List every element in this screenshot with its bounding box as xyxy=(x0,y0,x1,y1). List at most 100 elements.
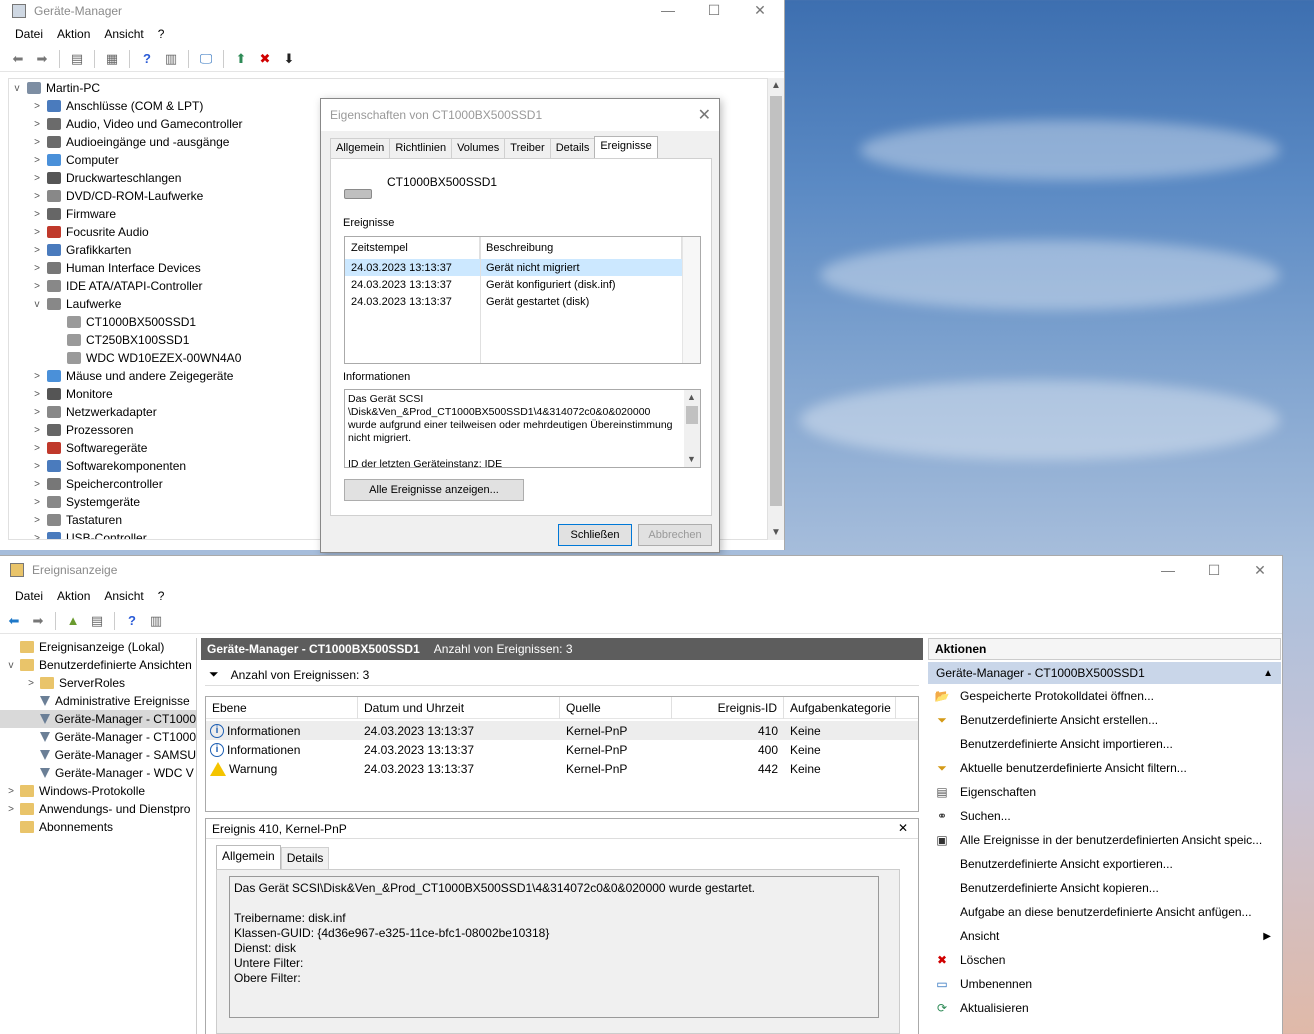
event-tree-item[interactable]: Ereignisanzeige (Lokal) xyxy=(0,638,196,656)
device-tree-scrollbar[interactable]: ▲ ▼ xyxy=(768,78,784,540)
event-tree-item[interactable]: Administrative Ereignisse xyxy=(0,692,196,710)
event-row[interactable]: 24.03.2023 13:13:37 Gerät gestartet (disk… xyxy=(345,293,682,310)
event-tree-item[interactable]: v Benutzerdefinierte Ansichten xyxy=(0,656,196,674)
col-description[interactable]: Beschreibung xyxy=(480,237,682,259)
chevron-right-icon[interactable]: > xyxy=(29,191,45,202)
close-button[interactable]: Schließen xyxy=(558,524,632,546)
view-icon[interactable]: ▥ xyxy=(161,50,181,68)
event-tree-item[interactable]: > Windows-Protokolle xyxy=(0,782,196,800)
col-aufgabenkategorie[interactable]: Aufgabenkategorie xyxy=(784,696,896,719)
chevron-right-icon[interactable]: > xyxy=(29,245,45,256)
menu-ansicht[interactable]: Ansicht xyxy=(97,27,150,41)
action-item[interactable]: ⏷ Benutzerdefinierte Ansicht erstellen... xyxy=(928,708,1281,732)
event-row[interactable]: 24.03.2023 13:13:37 Gerät nicht migriert xyxy=(345,259,682,276)
chevron-right-icon[interactable]: > xyxy=(29,515,45,526)
tree-view-icon[interactable]: ▤ xyxy=(67,50,87,68)
event-row[interactable]: 24.03.2023 13:13:37 Gerät konfiguriert (d… xyxy=(345,276,682,293)
table-row[interactable]: Warnung 24.03.2023 13:13:37 Kernel-PnP 442 K… xyxy=(206,759,918,778)
forward-arrow-icon[interactable]: ➡ xyxy=(28,612,48,630)
action-item[interactable]: ⟳ Aktualisieren xyxy=(928,996,1281,1020)
close-icon[interactable]: ✕ xyxy=(1237,556,1283,584)
menu-datei[interactable]: Datei xyxy=(8,589,50,603)
forward-arrow-icon[interactable]: ➡ xyxy=(32,50,52,68)
event-tree-item[interactable]: Geräte-Manager - WDC V xyxy=(0,764,196,782)
back-arrow-icon[interactable]: ⬅ xyxy=(8,50,28,68)
minimize-icon[interactable]: — xyxy=(1145,556,1191,584)
chevron-right-icon[interactable]: > xyxy=(29,461,45,472)
help-icon[interactable]: ? xyxy=(137,50,157,68)
add-driver-icon[interactable]: ⬆ xyxy=(231,50,251,68)
detail-tab-allgemein[interactable]: Allgemein xyxy=(216,845,281,869)
action-item[interactable]: ⚭ Suchen... xyxy=(928,804,1281,828)
chevron-right-icon[interactable]: > xyxy=(24,678,38,689)
chevron-right-icon[interactable]: > xyxy=(29,209,45,220)
action-item[interactable]: Aufgabe an diese benutzerdefinierte Ansi… xyxy=(928,900,1281,924)
tree-view-icon[interactable]: ▤ xyxy=(87,612,107,630)
tab-richtlinien[interactable]: Richtlinien xyxy=(389,138,453,160)
event-tree-item[interactable]: > ServerRoles xyxy=(0,674,196,692)
chevron-right-icon[interactable]: > xyxy=(29,497,45,508)
detail-tab-details[interactable]: Details xyxy=(280,847,330,871)
scroll-thumb[interactable] xyxy=(770,96,782,506)
actions-subheader[interactable]: Geräte-Manager - CT1000BX500SSD1 ▲ xyxy=(928,662,1281,684)
menu-datei[interactable]: Datei xyxy=(8,27,50,41)
download-icon[interactable]: ⬇ xyxy=(279,50,299,68)
chevron-right-icon[interactable]: > xyxy=(29,389,45,400)
show-all-events-button[interactable]: Alle Ereignisse anzeigen... xyxy=(344,479,524,501)
properties-icon[interactable]: ▦ xyxy=(102,50,122,68)
tab-ereignisse[interactable]: Ereignisse xyxy=(594,136,658,158)
col-ereignis-id[interactable]: Ereignis-ID xyxy=(672,696,784,719)
close-icon[interactable]: ✕ xyxy=(698,105,711,125)
menu-help[interactable]: ? xyxy=(151,589,172,603)
chevron-right-icon[interactable]: > xyxy=(29,425,45,436)
chevron-right-icon[interactable]: > xyxy=(29,443,45,454)
back-arrow-icon[interactable]: ⬅ xyxy=(4,612,24,630)
chevron-right-icon[interactable]: > xyxy=(29,371,45,382)
table-row[interactable]: i Informationen 24.03.2023 13:13:37 Kernel-… xyxy=(206,721,918,740)
collapse-icon[interactable]: ▲ xyxy=(1263,668,1273,679)
chevron-right-icon[interactable]: > xyxy=(29,479,45,490)
chevron-right-icon[interactable]: > xyxy=(29,533,45,540)
scroll-down-icon[interactable]: ▼ xyxy=(768,527,784,538)
maximize-icon[interactable]: ☐ xyxy=(691,0,737,22)
table-row[interactable]: i Informationen 24.03.2023 13:13:37 Kernel-… xyxy=(206,740,918,759)
col-datum[interactable]: Datum und Uhrzeit xyxy=(358,696,560,719)
chevron-right-icon[interactable]: > xyxy=(29,407,45,418)
tab-treiber[interactable]: Treiber xyxy=(504,138,551,160)
chevron-right-icon[interactable]: > xyxy=(29,227,45,238)
help-icon[interactable]: ? xyxy=(122,612,142,630)
menu-aktion[interactable]: Aktion xyxy=(50,589,97,603)
cancel-button[interactable]: Abbrechen xyxy=(638,524,712,546)
chevron-right-icon[interactable]: > xyxy=(29,263,45,274)
close-icon[interactable]: ✕ xyxy=(737,0,783,22)
action-item[interactable]: ▤ Eigenschaften xyxy=(928,780,1281,804)
action-item[interactable]: Ansicht ▶ xyxy=(928,924,1281,948)
action-item[interactable]: Benutzerdefinierte Ansicht exportieren..… xyxy=(928,852,1281,876)
menu-aktion[interactable]: Aktion xyxy=(50,27,97,41)
tab-details[interactable]: Details xyxy=(549,138,596,160)
chevron-right-icon[interactable]: > xyxy=(4,786,18,797)
menu-ansicht[interactable]: Ansicht xyxy=(97,589,150,603)
action-item[interactable]: ▭ Umbenennen xyxy=(928,972,1281,996)
col-quelle[interactable]: Quelle xyxy=(560,696,672,719)
chevron-right-icon[interactable]: > xyxy=(29,137,45,148)
col-ebene[interactable]: Ebene xyxy=(206,696,358,719)
action-item[interactable]: ⏷ Aktuelle benutzerdefinierte Ansicht fil… xyxy=(928,756,1281,780)
action-item[interactable]: ▣ Alle Ereignisse in der benutzerdefinier… xyxy=(928,828,1281,852)
chevron-right-icon[interactable]: > xyxy=(29,173,45,184)
tree-root[interactable]: v Martin-PC xyxy=(9,79,767,97)
folder-up-icon[interactable]: ▲ xyxy=(63,612,83,630)
monitor-icon[interactable]: 🖵 xyxy=(196,50,216,68)
view-icon[interactable]: ▥ xyxy=(146,612,166,630)
event-tree-item[interactable]: Abonnements xyxy=(0,818,196,836)
event-tree-item[interactable]: > Anwendungs- und Dienstpro xyxy=(0,800,196,818)
chevron-right-icon[interactable]: > xyxy=(29,119,45,130)
event-tree-item[interactable]: Geräte-Manager - SAMSU xyxy=(0,746,196,764)
action-item[interactable]: 📂 Gespeicherte Protokolldatei öffnen... xyxy=(928,684,1281,708)
col-timestamp[interactable]: Zeitstempel xyxy=(345,237,480,259)
action-item[interactable]: ✖ Löschen xyxy=(928,948,1281,972)
uninstall-icon[interactable]: ✖ xyxy=(255,50,275,68)
events-list-scrollbar[interactable] xyxy=(682,237,700,363)
event-tree-item[interactable]: Geräte-Manager - CT1000 xyxy=(0,710,196,728)
action-item[interactable]: Benutzerdefinierte Ansicht kopieren... xyxy=(928,876,1281,900)
